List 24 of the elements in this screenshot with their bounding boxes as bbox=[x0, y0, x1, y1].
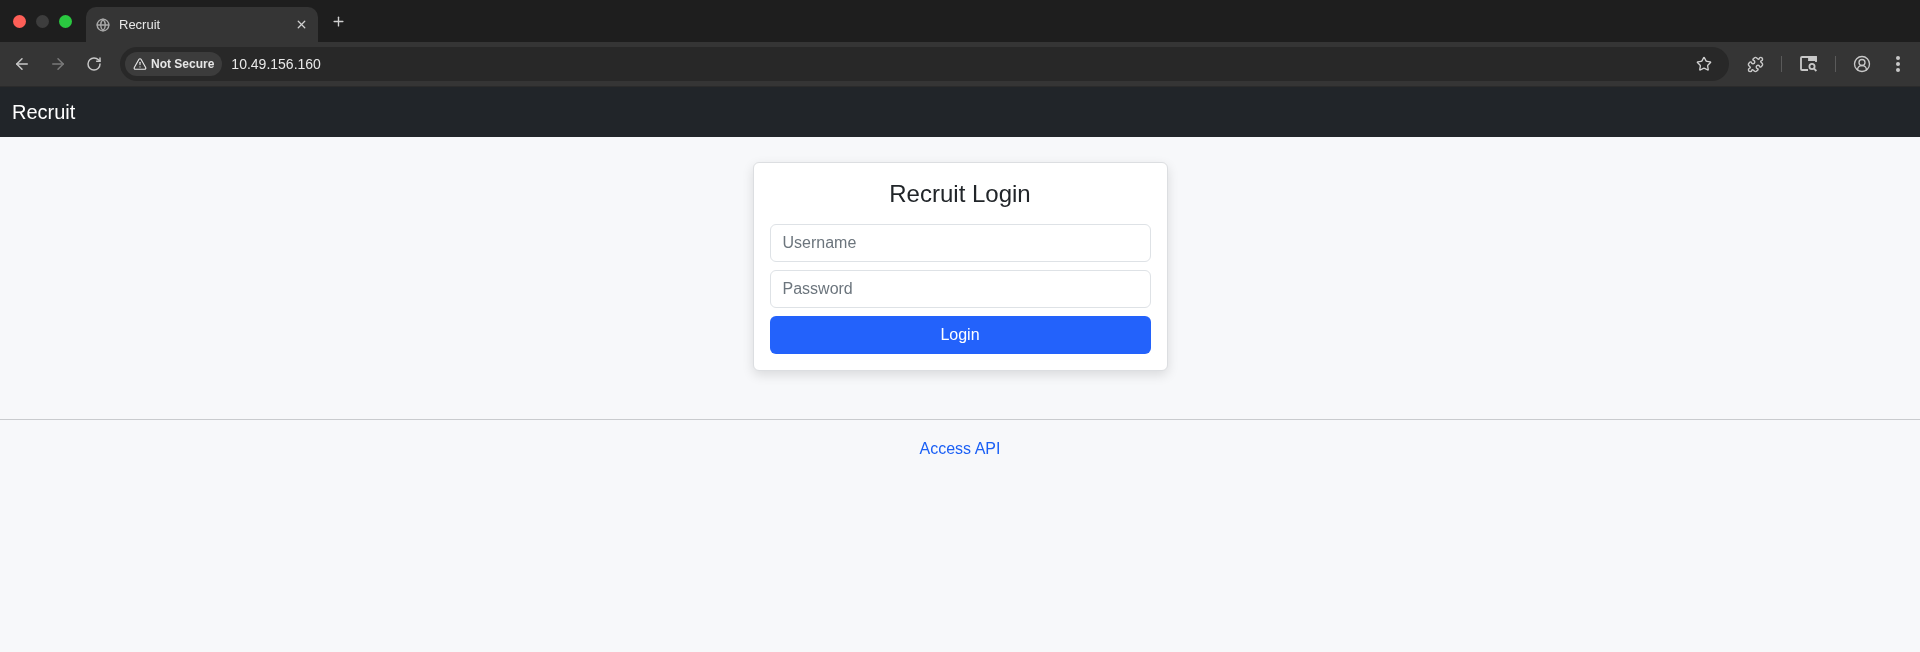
plus-icon bbox=[330, 13, 346, 29]
password-field[interactable]: Password bbox=[769, 270, 1151, 308]
url-text: 10.49.156.160 bbox=[231, 54, 321, 74]
warning-icon bbox=[133, 57, 147, 71]
window-search-icon bbox=[1800, 56, 1818, 72]
forward-arrow-icon bbox=[49, 55, 67, 73]
username-field[interactable]: Username bbox=[769, 224, 1151, 262]
bookmark-button[interactable] bbox=[1695, 55, 1713, 73]
address-bar[interactable]: Not Secure 10.49.156.160 bbox=[120, 47, 1729, 81]
profile-icon bbox=[1853, 55, 1871, 73]
window-close-icon[interactable] bbox=[13, 14, 26, 28]
menu-icon bbox=[1896, 56, 1900, 72]
login-button[interactable]: Login bbox=[769, 316, 1151, 354]
brand-link[interactable]: Recruit bbox=[12, 97, 76, 127]
globe-icon bbox=[96, 17, 110, 32]
window-zoom-icon[interactable] bbox=[59, 14, 72, 28]
star-icon bbox=[1696, 56, 1712, 72]
browser-tab[interactable]: Recruit bbox=[86, 7, 318, 42]
card-title: Recruit Login bbox=[888, 179, 1032, 208]
security-chip[interactable]: Not Secure bbox=[125, 52, 223, 76]
tab-title: Recruit bbox=[119, 15, 161, 34]
access-api-link[interactable]: Access API bbox=[919, 437, 1001, 461]
reload-icon bbox=[86, 56, 102, 72]
puzzle-icon bbox=[1746, 55, 1764, 73]
